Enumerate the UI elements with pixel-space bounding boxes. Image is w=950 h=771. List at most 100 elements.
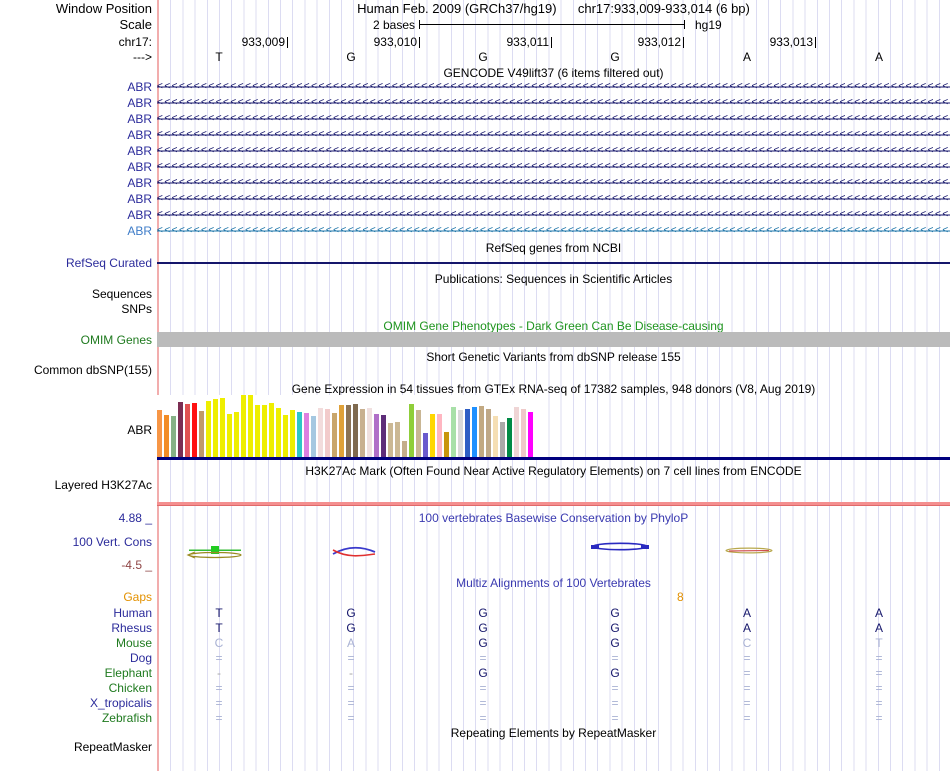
gtex-tissue-bar[interactable] <box>367 408 372 457</box>
dbsnp-label[interactable]: Common dbSNP(155) <box>0 363 152 377</box>
repeatmasker-label[interactable]: RepeatMasker <box>0 740 152 754</box>
gtex-tissue-bar[interactable] <box>521 409 526 457</box>
gtex-tissue-bar[interactable] <box>528 412 533 457</box>
gencode-gene-arrows[interactable]: <<<<<<<<<<<<<<<<<<<<<<<<<<<<<<<<<<<<<<<<… <box>157 160 950 174</box>
gtex-tissue-bar[interactable] <box>178 402 183 457</box>
gtex-tissue-bar[interactable] <box>514 407 519 457</box>
gencode-gene-arrows[interactable]: <<<<<<<<<<<<<<<<<<<<<<<<<<<<<<<<<<<<<<<<… <box>157 112 950 126</box>
multiz-species-label[interactable]: Zebrafish <box>0 711 152 725</box>
gencode-gene-label[interactable]: ABR <box>0 176 152 190</box>
gtex-tissue-bar[interactable] <box>206 401 211 457</box>
conservation-mark-2[interactable] <box>332 546 376 557</box>
gtex-bar-chart[interactable] <box>157 395 537 457</box>
gtex-tissue-bar[interactable] <box>318 408 323 457</box>
gtex-tissue-bar[interactable] <box>164 415 169 457</box>
gtex-tissue-bar[interactable] <box>220 398 225 457</box>
gencode-gene-label[interactable]: ABR <box>0 144 152 158</box>
h3k27ac-signal-band[interactable] <box>157 502 950 506</box>
publications-snps-label[interactable]: SNPs <box>0 302 152 316</box>
gencode-gene-label[interactable]: ABR <box>0 128 152 142</box>
gtex-tissue-bar[interactable] <box>479 406 484 457</box>
omim-gene-bar[interactable] <box>157 332 950 347</box>
gtex-tissue-bar[interactable] <box>500 422 505 457</box>
multiz-species-label[interactable]: Dog <box>0 651 152 665</box>
gtex-tissue-bar[interactable] <box>437 414 442 457</box>
gtex-tissue-bar[interactable] <box>185 404 190 457</box>
gtex-tissue-bar[interactable] <box>241 395 246 457</box>
gtex-tissue-bar[interactable] <box>353 404 358 457</box>
multiz-species-label[interactable]: Elephant <box>0 666 152 680</box>
gtex-tissue-bar[interactable] <box>157 410 162 457</box>
conservation-mark-3[interactable] <box>591 542 649 551</box>
gencode-gene-arrows[interactable]: <<<<<<<<<<<<<<<<<<<<<<<<<<<<<<<<<<<<<<<<… <box>157 144 950 158</box>
gtex-tissue-bar[interactable] <box>423 433 428 457</box>
refseq-gene-line[interactable] <box>157 262 950 264</box>
gtex-tissue-bar[interactable] <box>472 407 477 457</box>
multiz-species-label[interactable]: Mouse <box>0 636 152 650</box>
gtex-tissue-bar[interactable] <box>388 423 393 457</box>
gtex-tissue-bar[interactable] <box>276 408 281 457</box>
multiz-species-label[interactable]: Rhesus <box>0 621 152 635</box>
gencode-gene-label[interactable]: ABR <box>0 112 152 126</box>
conservation-label[interactable]: 100 Vert. Cons <box>0 535 152 549</box>
gtex-tissue-bar[interactable] <box>171 416 176 457</box>
gtex-tissue-bar[interactable] <box>465 409 470 457</box>
gtex-tissue-bar[interactable] <box>262 405 267 457</box>
gencode-gene-arrows[interactable]: <<<<<<<<<<<<<<<<<<<<<<<<<<<<<<<<<<<<<<<<… <box>157 192 950 206</box>
conservation-mark-1[interactable] <box>186 546 242 559</box>
gtex-tissue-bar[interactable] <box>227 414 232 457</box>
gtex-tissue-bar[interactable] <box>416 410 421 457</box>
gencode-gene-label[interactable]: ABR <box>0 224 152 238</box>
multiz-species-label[interactable]: Chicken <box>0 681 152 695</box>
h3k27ac-label[interactable]: Layered H3K27Ac <box>0 478 152 492</box>
gtex-tissue-bar[interactable] <box>332 413 337 457</box>
gtex-tissue-bar[interactable] <box>458 410 463 457</box>
gencode-gene-arrows[interactable]: <<<<<<<<<<<<<<<<<<<<<<<<<<<<<<<<<<<<<<<<… <box>157 96 950 110</box>
gtex-tissue-bar[interactable] <box>381 415 386 457</box>
conservation-wiggle-marks[interactable] <box>157 540 950 562</box>
gencode-gene-label[interactable]: ABR <box>0 192 152 206</box>
gtex-tissue-bar[interactable] <box>234 412 239 457</box>
gtex-tissue-bar[interactable] <box>360 409 365 457</box>
gencode-gene-label[interactable]: ABR <box>0 96 152 110</box>
coordinate-ruler[interactable]: 933,009 933,010 933,011 933,012 933,013 <box>0 35 950 49</box>
gtex-tissue-bar[interactable] <box>269 403 274 457</box>
gtex-tissue-bar[interactable] <box>192 403 197 457</box>
gtex-tissue-bar[interactable] <box>283 415 288 457</box>
omim-genes-label[interactable]: OMIM Genes <box>0 333 152 347</box>
multiz-species-label[interactable]: X_tropicalis <box>0 696 152 710</box>
gtex-tissue-bar[interactable] <box>255 405 260 457</box>
gencode-gene-arrows[interactable]: <<<<<<<<<<<<<<<<<<<<<<<<<<<<<<<<<<<<<<<<… <box>157 224 950 238</box>
gtex-tissue-bar[interactable] <box>304 413 309 457</box>
gtex-tissue-bar[interactable] <box>402 441 407 457</box>
publications-sequences-label[interactable]: Sequences <box>0 287 152 301</box>
gencode-gene-label[interactable]: ABR <box>0 208 152 222</box>
gtex-tissue-bar[interactable] <box>486 409 491 457</box>
gencode-gene-arrows[interactable]: <<<<<<<<<<<<<<<<<<<<<<<<<<<<<<<<<<<<<<<<… <box>157 80 950 94</box>
gtex-tissue-bar[interactable] <box>346 405 351 457</box>
gtex-tissue-bar[interactable] <box>199 411 204 457</box>
gtex-tissue-bar[interactable] <box>213 399 218 457</box>
multiz-gaps-label[interactable]: Gaps <box>0 590 152 604</box>
gtex-tissue-bar[interactable] <box>290 410 295 457</box>
gtex-tissue-bar[interactable] <box>451 407 456 457</box>
gtex-tissue-bar[interactable] <box>297 412 302 457</box>
gtex-tissue-bar[interactable] <box>325 409 330 457</box>
gtex-tissue-bar[interactable] <box>430 414 435 457</box>
gtex-tissue-bar[interactable] <box>248 395 253 457</box>
multiz-species-label[interactable]: Human <box>0 606 152 620</box>
gtex-tissue-bar[interactable] <box>395 422 400 457</box>
gencode-gene-label[interactable]: ABR <box>0 160 152 174</box>
gtex-tissue-bar[interactable] <box>374 414 379 457</box>
gtex-tissue-bar[interactable] <box>311 416 316 457</box>
gencode-gene-arrows[interactable]: <<<<<<<<<<<<<<<<<<<<<<<<<<<<<<<<<<<<<<<<… <box>157 208 950 222</box>
gtex-tissue-bar[interactable] <box>444 432 449 457</box>
conservation-mark-4[interactable] <box>725 547 773 554</box>
gencode-gene-label[interactable]: ABR <box>0 80 152 94</box>
gtex-tissue-bar[interactable] <box>339 405 344 457</box>
gtex-tissue-bar[interactable] <box>507 418 512 457</box>
gtex-tissue-bar[interactable] <box>493 416 498 457</box>
refseq-curated-label[interactable]: RefSeq Curated <box>0 256 152 270</box>
gtex-tissue-bar[interactable] <box>409 404 414 457</box>
gtex-gene-label[interactable]: ABR <box>0 423 152 437</box>
